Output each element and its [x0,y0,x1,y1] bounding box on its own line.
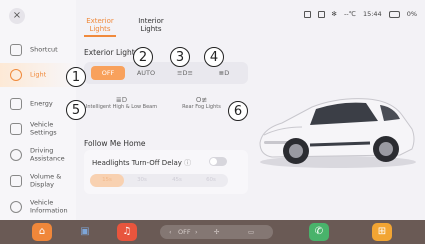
high-beam-icon: ≣D [115,96,128,104]
follow-me-home-title: Follow Me Home [84,139,146,148]
bulb-icon [10,69,22,81]
apps-button[interactable]: ⊞ [372,223,392,241]
callout-1: 1 [66,67,86,87]
fan-icon[interactable]: ✢ [214,225,219,239]
callout-4: 4 [204,47,224,67]
sidebar-item-label: Vehicle Information [30,198,68,214]
seat-heat-icon[interactable]: ▭ [248,225,254,239]
car-image [259,98,416,168]
headlights-delay-label: Headlights Turn-Off Delay ⓘ [92,159,192,167]
sidebar: × Shortcut Light Energy Vehicle Settings… [0,0,76,220]
climate-control: ‹ OFF › ✢ ▭ [160,225,273,239]
sidebar-item-energy[interactable]: Energy [0,92,76,116]
info-icon [10,201,22,213]
sidebar-item-label: Driving Assistance [30,146,65,162]
apps-grid-icon: ⊞ [377,226,387,237]
headlights-delay-toggle[interactable] [209,157,227,166]
climate-increase[interactable]: › [195,225,198,239]
climate-decrease[interactable]: ‹ [169,225,172,239]
steering-wheel-icon [10,149,22,161]
speaker-icon [10,175,22,187]
sidebar-item-vehicle-settings[interactable]: Vehicle Settings [0,117,76,141]
climate-status: OFF [178,228,191,236]
mode-auto-button[interactable]: AUTO [129,66,163,80]
sidebar-item-volume-display[interactable]: Volume & Display [0,169,76,193]
music-icon: ♫ [122,226,132,237]
duration-option[interactable]: 30s [125,174,159,187]
sidebar-item-label: Shortcut [30,45,58,54]
sidebar-item-label: Volume & Display [30,172,62,188]
battery-icon [10,98,22,110]
screen-icon [303,10,311,18]
music-button[interactable]: ♫ [117,223,137,241]
car-button[interactable]: ▣ [75,223,95,241]
link-icon [10,44,22,56]
mode-position-lights-button[interactable]: ≡D≡ [167,66,203,80]
intelligent-beam-option[interactable]: ≣D Intelligent High & Low Beam [84,93,159,119]
bottom-dock: ⌂ ▣ ♫ ‹ OFF › ✢ ▭ ✆ ⊞ [0,220,425,244]
sidebar-item-vehicle-information[interactable]: Vehicle Information [0,195,76,219]
delay-duration-selector: 15s 30s 45s 60s [90,174,228,187]
active-tab-indicator [84,35,116,37]
exterior-light-mode-selector: OFF AUTO ≡D≡ ≣D [84,62,248,84]
screen: × Shortcut Light Energy Vehicle Settings… [0,0,425,244]
mode-low-beam-button[interactable]: ≣D [206,66,242,80]
car-icon: ▣ [80,226,90,237]
sidebar-item-light[interactable]: Light [0,63,76,87]
phone-icon: ✆ [314,226,324,237]
close-button[interactable]: × [9,8,25,24]
intelligent-beam-label: Intelligent High & Low Beam [85,104,158,110]
callout-2: 2 [133,47,153,67]
clock: 15:44 [362,10,382,18]
rear-fog-option[interactable]: O≢ Rear Fog Lights [164,93,239,119]
duration-option[interactable]: 45s [160,174,194,187]
sidebar-item-driving-assistance[interactable]: Driving Assistance [0,143,76,167]
tab-interior-lights[interactable]: Interior Lights [135,17,167,33]
rear-fog-icon: O≢ [195,96,208,104]
home-icon: ⌂ [38,226,46,237]
message-icon [317,10,325,18]
sidebar-item-shortcut[interactable]: Shortcut [0,38,76,62]
status-bar: ✻ --℃ 15:44 0% [303,10,417,18]
sidebar-item-label: Vehicle Settings [30,120,57,136]
battery-icon [388,10,400,18]
mode-off-button[interactable]: OFF [91,66,125,80]
home-button[interactable]: ⌂ [32,223,52,241]
tab-exterior-lights[interactable]: Exterior Lights [84,17,116,33]
callout-5: 5 [66,100,86,120]
phone-button[interactable]: ✆ [309,223,329,241]
duration-option[interactable]: 60s [194,174,228,187]
callout-3: 3 [170,47,190,67]
car-icon [10,123,22,135]
callout-6: 6 [228,101,248,121]
battery-level: 0% [406,10,417,18]
fan-icon: ✻ [331,10,337,18]
duration-option[interactable]: 15s [90,174,124,187]
temperature: --℃ [343,10,356,18]
